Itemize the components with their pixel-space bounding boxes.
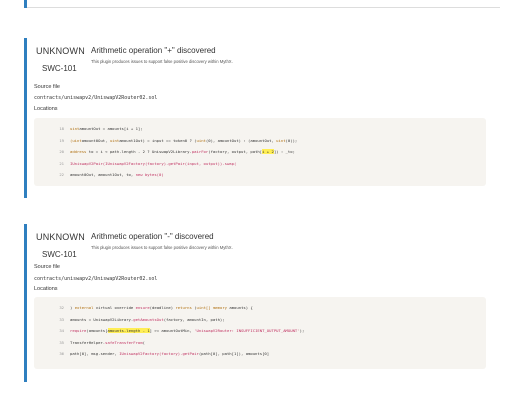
code-token: memory	[212, 305, 228, 310]
code-token: returns	[175, 305, 192, 310]
issue-header: UNKNOWN SWC-101 Arithmetic operation "+"…	[34, 46, 494, 82]
code-token: (factory, amountIn, path);	[163, 316, 225, 322]
code-line: 21 IUniswapV2Pair(IUniswapV2Factory(facto…	[34, 160, 486, 168]
code-snippet: 32 ) external virtual override ensure(dea…	[34, 297, 486, 369]
line-number: 35	[59, 339, 64, 345]
code-token: IUniswapV2Pair(IUniswapV2Factory(factory…	[70, 160, 237, 166]
code-token: to = i < path.length - 2 ? UniswapV2Libr…	[86, 149, 192, 154]
code-snippet: 18 uintamountOut = amounts[i + 1]; 19 (uint…	[34, 118, 486, 186]
locations-label: Locations	[34, 286, 58, 292]
code-token: uint	[276, 137, 286, 143]
line-number: 34	[59, 328, 64, 333]
code-token: 'UniswapV2Router: INSUFFICIENT_OUTPUT_AM…	[194, 328, 300, 333]
code-line: 18 uintamountOut = amounts[i + 1];	[34, 125, 486, 133]
highlighted-expression: amounts.length - 1	[107, 328, 150, 333]
code-token: path[0], msg.sender,	[70, 351, 120, 356]
source-file-label: Source file	[34, 264, 60, 270]
severity-label: UNKNOWN	[36, 232, 85, 242]
code-line: 34 require(amounts[amounts.length - 1] >=…	[34, 327, 486, 335]
issue-accent-bar	[24, 224, 27, 382]
issue-card: UNKNOWN SWC-101 Arithmetic operation "-"…	[24, 224, 500, 382]
code-line: 20 address to = i < path.length - 2 ? Uni…	[34, 148, 486, 156]
code-token: uint[]	[196, 305, 211, 310]
code-token: (factory, output, path[	[208, 149, 263, 154]
line-number: 22	[59, 172, 64, 177]
code-token: );	[299, 328, 305, 333]
code-token: amounts = UniswapV2Library.	[70, 316, 134, 322]
code-line: 33 amounts = UniswapV2Library.getAmountsO…	[34, 316, 486, 324]
code-token: require	[70, 328, 87, 333]
swc-id[interactable]: SWC-101	[42, 250, 77, 259]
code-text: IUniswapV2Pair(IUniswapV2Factory(factory…	[70, 160, 236, 168]
code-text: amounts = UniswapV2Library.getAmountsOut…	[70, 316, 225, 324]
line-number: 36	[59, 351, 64, 356]
previous-issue-card	[24, 0, 500, 8]
code-line: 32 ) external virtual override ensure(dea…	[34, 304, 486, 312]
line-number: 20	[59, 149, 64, 154]
code-token: getAmountsOut	[133, 316, 164, 322]
issue-header: UNKNOWN SWC-101 Arithmetic operation "-"…	[34, 232, 494, 268]
code-text: TransferHelper.safeTransferFrom(	[70, 339, 145, 347]
line-number: 19	[59, 137, 64, 143]
code-token: ]) : _to;	[273, 149, 295, 154]
code-token: pairFor	[191, 149, 209, 154]
code-line: 19 (uintamount0Out, uintamount1Out) = inp…	[34, 137, 486, 145]
code-token: address	[70, 149, 87, 154]
swc-id[interactable]: SWC-101	[42, 64, 77, 73]
code-text: (uintamount0Out, uintamount1Out) = input…	[70, 137, 297, 145]
card-divider	[27, 7, 500, 8]
code-text: address to = i < path.length - 2 ? Unisw…	[70, 148, 295, 156]
issue-description: This plugin produces issues to support f…	[91, 59, 233, 64]
issue-title: Arithmetic operation "+" discovered	[91, 46, 216, 55]
line-number: 33	[59, 316, 64, 322]
source-file-label: Source file	[34, 84, 60, 90]
line-number: 18	[59, 126, 64, 131]
code-token: virtual override	[93, 305, 136, 310]
code-line: 35 TransferHelper.safeTransferFrom(	[34, 339, 486, 347]
code-token: (path[0], path[1]), amounts[0]	[198, 351, 270, 356]
source-file-path[interactable]: contracts/uniswapv2/UniswapV2Router02.so…	[34, 276, 157, 282]
code-token: (0), amountOut) : (amountOut,	[205, 137, 277, 143]
code-token: (	[142, 339, 145, 345]
code-text: uintamountOut = amounts[i + 1];	[70, 125, 143, 133]
code-token: new bytes(0)	[135, 172, 164, 177]
code-token: TransferHelper.	[70, 339, 106, 345]
code-token: amount0Out, amount1Out, to,	[70, 172, 136, 177]
code-token: amounts) {	[227, 305, 253, 310]
code-token: uint	[70, 126, 80, 131]
code-token: (amounts[	[86, 328, 108, 333]
code-token: ] >= amountOutMin,	[149, 328, 195, 333]
code-token: IUniswapV2Factory(factory).getPair	[119, 351, 199, 356]
code-text: amount0Out, amount1Out, to, new bytes(0)	[70, 171, 164, 179]
code-token: amountOut = amounts[i + 1];	[79, 126, 143, 131]
code-token: external	[74, 305, 94, 310]
code-token: uint	[109, 137, 120, 143]
code-token: (0));	[285, 137, 298, 143]
line-number: 21	[59, 160, 64, 166]
issue-card: UNKNOWN SWC-101 Arithmetic operation "+"…	[24, 38, 500, 198]
code-token: ensure	[135, 305, 150, 310]
issue-title: Arithmetic operation "-" discovered	[91, 232, 214, 241]
code-token: amount0Out,	[81, 137, 110, 143]
code-text: path[0], msg.sender, IUniswapV2Factory(f…	[70, 350, 269, 358]
source-file-path[interactable]: contracts/uniswapv2/UniswapV2Router02.so…	[34, 95, 157, 101]
locations-label: Locations	[34, 106, 58, 112]
code-line: 36 path[0], msg.sender, IUniswapV2Factory…	[34, 350, 486, 358]
issue-description: This plugin produces issues to support f…	[91, 245, 233, 250]
code-line: 22 amount0Out, amount1Out, to, new bytes(…	[34, 171, 486, 179]
code-text: require(amounts[amounts.length - 1] >= a…	[70, 327, 304, 335]
highlighted-expression: i + 2	[262, 149, 274, 154]
code-token: safeTransferFrom	[105, 339, 143, 345]
severity-label: UNKNOWN	[36, 46, 85, 56]
code-token: (uint	[70, 137, 82, 143]
line-number: 32	[59, 305, 64, 310]
code-text: ) external virtual override ensure(deadl…	[70, 304, 253, 312]
code-token: uint	[196, 137, 206, 143]
code-token: amount1Out) = input == token0 ? (	[119, 137, 197, 143]
code-token: (deadline)	[149, 305, 176, 310]
issue-accent-bar	[24, 38, 27, 198]
